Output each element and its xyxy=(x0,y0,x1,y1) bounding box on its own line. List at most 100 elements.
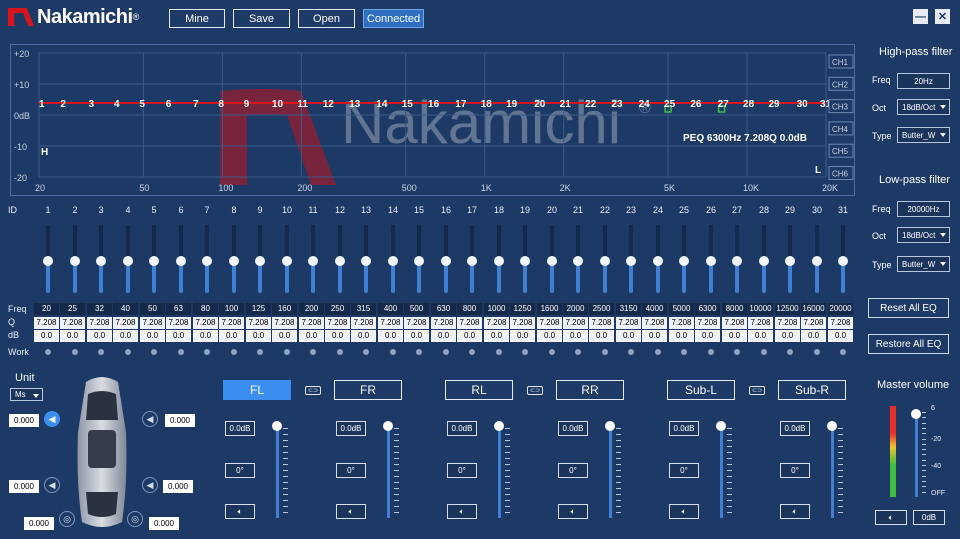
band-gain-thumb[interactable] xyxy=(414,256,424,266)
band-db-cell[interactable]: 0.0 xyxy=(669,330,694,342)
band-db-cell[interactable]: 0.0 xyxy=(299,330,324,342)
band-gain-thumb[interactable] xyxy=(229,256,239,266)
eq-point-label[interactable]: 15 xyxy=(402,99,414,110)
band-freq-cell[interactable]: 20000 xyxy=(828,303,853,315)
speaker-rr-icon[interactable]: ◀ xyxy=(142,477,158,493)
band-q-cell[interactable]: 7.208 xyxy=(299,317,324,329)
channel-sub-r-phase[interactable]: 0° xyxy=(780,463,810,478)
band-q-cell[interactable]: 7.208 xyxy=(510,317,535,329)
channel-fr-volume-track[interactable] xyxy=(387,426,390,518)
band-gain-thumb[interactable] xyxy=(123,256,133,266)
channel-fr-gain[interactable]: 0.0dB xyxy=(336,421,366,436)
band-work-indicator[interactable] xyxy=(178,349,184,355)
channel-sub-l-button[interactable]: Sub-L xyxy=(667,380,735,400)
band-gain-thumb[interactable] xyxy=(202,256,212,266)
band-q-cell[interactable]: 7.208 xyxy=(484,317,509,329)
channel-fl-volume-thumb[interactable] xyxy=(272,421,282,431)
band-db-cell[interactable]: 0.0 xyxy=(722,330,747,342)
band-db-cell[interactable]: 0.0 xyxy=(801,330,826,342)
band-db-cell[interactable]: 0.0 xyxy=(484,330,509,342)
band-gain-thumb[interactable] xyxy=(547,256,557,266)
eq-point-label[interactable]: 17 xyxy=(455,99,467,110)
hp-freq-input[interactable]: 20Hz xyxy=(897,73,950,89)
band-work-indicator[interactable] xyxy=(337,349,343,355)
band-work-indicator[interactable] xyxy=(814,349,820,355)
band-work-indicator[interactable] xyxy=(204,349,210,355)
band-gain-thumb[interactable] xyxy=(759,256,769,266)
band-q-cell[interactable]: 7.208 xyxy=(642,317,667,329)
channel-rr-gain[interactable]: 0.0dB xyxy=(558,421,588,436)
band-gain-thumb[interactable] xyxy=(679,256,689,266)
eq-point-label[interactable]: 27 xyxy=(718,99,730,110)
band-db-cell[interactable]: 0.0 xyxy=(351,330,376,342)
channel-rl-volume-thumb[interactable] xyxy=(494,421,504,431)
eq-point-label[interactable]: 6 xyxy=(166,99,172,110)
eq-graph[interactable]: Nakamichi ® +20 +10 0dB -10 -20 20 50 100 200 500 1K… xyxy=(10,44,855,196)
delay-rr-value[interactable]: 0.000 xyxy=(163,480,193,493)
band-q-cell[interactable]: 7.208 xyxy=(378,317,403,329)
channel-sub-l-volume-track[interactable] xyxy=(720,426,723,518)
eq-point-label[interactable]: 29 xyxy=(768,99,780,110)
band-freq-cell[interactable]: 1600 xyxy=(537,303,562,315)
delay-fr-value[interactable]: 0.000 xyxy=(165,414,195,427)
band-freq-cell[interactable]: 10000 xyxy=(748,303,773,315)
eq-point-label[interactable]: 25 xyxy=(664,99,676,110)
band-work-indicator[interactable] xyxy=(628,349,634,355)
band-work-indicator[interactable] xyxy=(363,349,369,355)
speaker-rl-icon[interactable]: ◀ xyxy=(44,477,60,493)
master-volume-track[interactable] xyxy=(915,415,918,497)
band-db-cell[interactable]: 0.0 xyxy=(457,330,482,342)
band-work-indicator[interactable] xyxy=(469,349,475,355)
channel-fl-gain[interactable]: 0.0dB xyxy=(225,421,255,436)
band-work-indicator[interactable] xyxy=(125,349,131,355)
channel-rr-mute-button[interactable]: 🔈︎ xyxy=(558,504,588,519)
band-freq-cell[interactable]: 50 xyxy=(140,303,165,315)
channel-sub-r-volume-thumb[interactable] xyxy=(827,421,837,431)
band-work-indicator[interactable] xyxy=(416,349,422,355)
band-freq-cell[interactable]: 125 xyxy=(246,303,271,315)
eq-point-label[interactable]: 14 xyxy=(376,99,388,110)
band-freq-cell[interactable]: 160 xyxy=(272,303,297,315)
channel-sub-r-mute-button[interactable]: 🔈︎ xyxy=(780,504,810,519)
band-gain-thumb[interactable] xyxy=(149,256,159,266)
band-work-indicator[interactable] xyxy=(787,349,793,355)
band-work-indicator[interactable] xyxy=(655,349,661,355)
band-freq-cell[interactable]: 6300 xyxy=(695,303,720,315)
band-freq-cell[interactable]: 250 xyxy=(325,303,350,315)
link-icon[interactable]: ⊂⊃ xyxy=(749,386,765,395)
band-freq-cell[interactable]: 1000 xyxy=(484,303,509,315)
band-work-indicator[interactable] xyxy=(284,349,290,355)
band-q-cell[interactable]: 7.208 xyxy=(828,317,853,329)
eq-point-label[interactable]: 28 xyxy=(743,99,755,110)
eq-point-label[interactable]: 7 xyxy=(193,99,199,110)
band-db-cell[interactable]: 0.0 xyxy=(60,330,85,342)
band-freq-cell[interactable]: 32 xyxy=(87,303,112,315)
band-q-cell[interactable]: 7.208 xyxy=(193,317,218,329)
delay-fl-value[interactable]: 0.000 xyxy=(9,414,39,427)
band-q-cell[interactable]: 7.208 xyxy=(404,317,429,329)
band-q-cell[interactable]: 7.208 xyxy=(563,317,588,329)
eq-point-label[interactable]: 5 xyxy=(139,99,145,110)
channel-rr-volume-thumb[interactable] xyxy=(605,421,615,431)
eq-point-label[interactable]: 16 xyxy=(428,99,440,110)
band-db-cell[interactable]: 0.0 xyxy=(642,330,667,342)
band-db-cell[interactable]: 0.0 xyxy=(378,330,403,342)
band-db-cell[interactable]: 0.0 xyxy=(563,330,588,342)
channel-fr-volume-thumb[interactable] xyxy=(383,421,393,431)
band-work-indicator[interactable] xyxy=(310,349,316,355)
band-q-cell[interactable]: 7.208 xyxy=(272,317,297,329)
eq-point-label[interactable]: 19 xyxy=(506,99,518,110)
channel-rl-phase[interactable]: 0° xyxy=(447,463,477,478)
restore-all-eq-button[interactable]: Restore All EQ xyxy=(868,334,949,354)
lp-type-select[interactable]: Butter_W xyxy=(897,256,950,272)
mine-button[interactable]: Mine xyxy=(169,9,225,28)
lp-oct-select[interactable]: 18dB/Oct xyxy=(897,227,950,243)
minimize-button[interactable]: — xyxy=(913,9,928,24)
eq-point-label[interactable]: 9 xyxy=(244,99,250,110)
band-work-indicator[interactable] xyxy=(45,349,51,355)
eq-point-label[interactable]: 2 xyxy=(60,99,66,110)
band-gain-thumb[interactable] xyxy=(653,256,663,266)
band-freq-cell[interactable]: 1250 xyxy=(510,303,535,315)
band-work-indicator[interactable] xyxy=(390,349,396,355)
eq-point-label[interactable]: 4 xyxy=(114,99,120,110)
